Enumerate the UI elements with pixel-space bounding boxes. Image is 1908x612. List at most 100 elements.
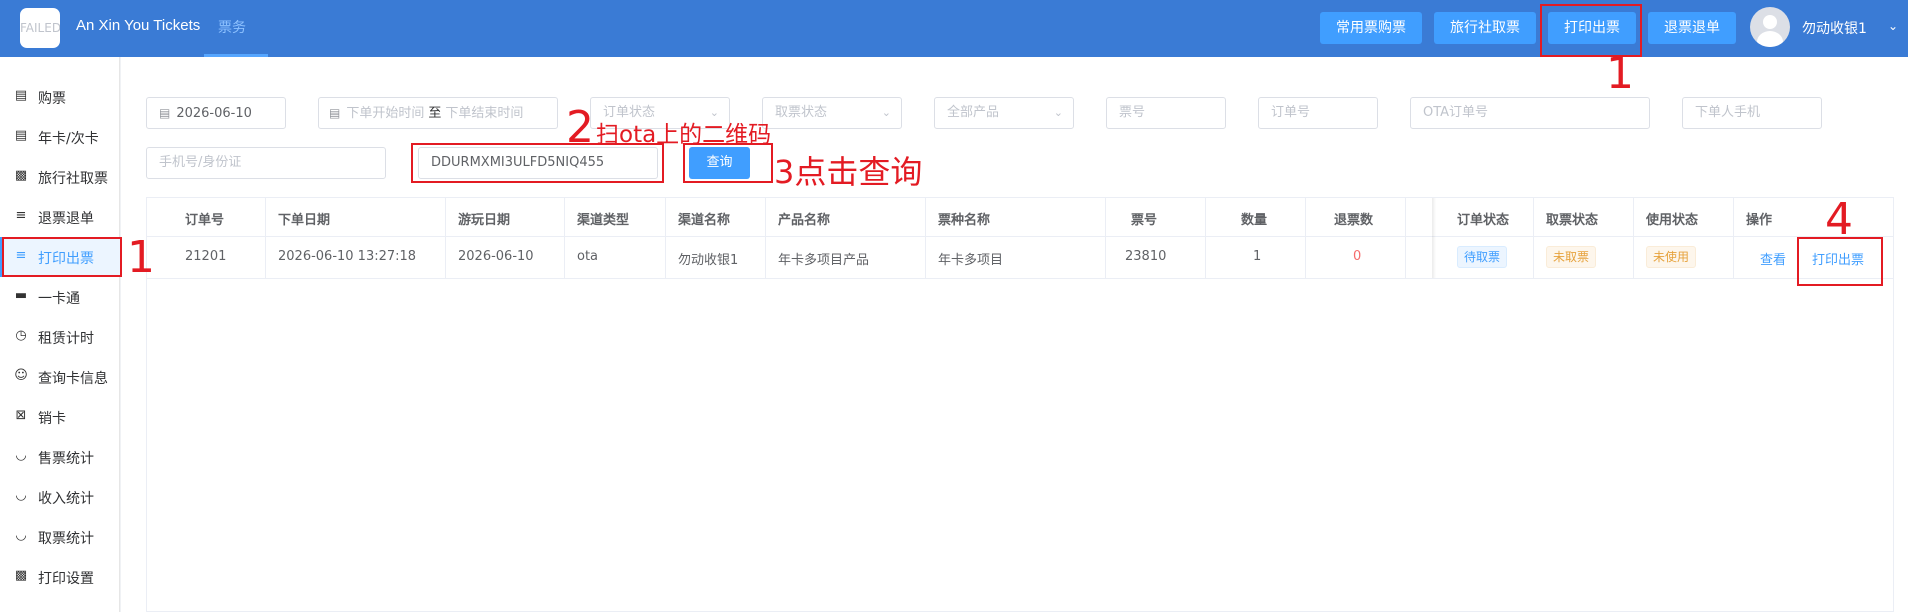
sidebar-item-label: 收入统计 (38, 491, 94, 507)
annotation-box-step1-sidebar (2, 237, 122, 277)
sidebar-item-card-info[interactable]: ☺ 查询卡信息 (0, 357, 120, 397)
sidebar: ▤ 购票 ▤ 年卡/次卡 ▩ 旅行社取票 ≡ 退票退单 ≡ 打印出票 ▬ 一卡通 ◷ 租赁计时… (0, 57, 120, 612)
common-ticket-button[interactable]: 常用票购票 (1320, 12, 1422, 44)
sidebar-item-income-stats[interactable]: ◡ 收入统计 (0, 477, 120, 517)
annotation-step1-sidebar-number: 1 (127, 232, 155, 283)
annotation-step2-number: 2 (566, 102, 594, 153)
td-channel-type: ota (577, 249, 599, 264)
td-product-name: 年卡多项目产品 (778, 253, 870, 268)
chart-icon: ◡ (15, 448, 27, 463)
th-refund-count: 退票数 (1334, 213, 1374, 228)
refund-button[interactable]: 退票退单 (1648, 12, 1736, 44)
th-product-name: 产品名称 (778, 213, 831, 228)
sidebar-item-annual-card[interactable]: ▤ 年卡/次卡 (0, 117, 120, 157)
orders-table: 订单号 下单日期 游玩日期 渠道类型 渠道名称 产品名称 票种名称 票号 数量 … (146, 197, 1894, 612)
sidebar-item-sales-stats[interactable]: ◡ 售票统计 (0, 437, 120, 477)
annotation-step1-header-number: 1 (1606, 48, 1634, 99)
phone-input[interactable]: 下单人手机 (1682, 97, 1822, 129)
sidebar-item-pickup-stats[interactable]: ◡ 取票统计 (0, 517, 120, 557)
td-play-date: 2026-06-10 (458, 249, 534, 264)
chart-icon: ◡ (15, 488, 27, 503)
bookmark-icon: ▩ (14, 168, 28, 183)
sliders-icon: ≡ (15, 208, 27, 223)
id-input[interactable]: 手机号/身份证 (146, 147, 386, 179)
sidebar-item-cancel-card[interactable]: ⊠ 销卡 (0, 397, 120, 437)
document-icon: ▤ (14, 128, 28, 143)
start-time-placeholder: 下单开始时间 (346, 106, 425, 121)
th-channel-name: 渠道名称 (678, 213, 731, 228)
order-time-range[interactable]: ▤ 下单开始时间至下单结束时间 (318, 97, 558, 129)
sidebar-item-label: 取票统计 (38, 531, 94, 547)
pickup-status-tag: 未取票 (1546, 246, 1597, 268)
td-order-date: 2026-06-10 13:27:18 (278, 249, 417, 264)
annotation-box-step3 (683, 143, 773, 183)
printer-icon: ▩ (14, 568, 28, 583)
order-no-input[interactable]: 订单号 (1258, 97, 1378, 129)
sidebar-item-label: 查询卡信息 (38, 371, 108, 387)
th-order-status: 订单状态 (1457, 213, 1510, 228)
chart-icon: ◡ (15, 528, 27, 543)
product-select[interactable]: 全部产品 ⌄ (934, 97, 1074, 129)
card-icon: ▬ (14, 288, 28, 303)
th-ticket-type: 票种名称 (938, 213, 991, 228)
th-ticket-no: 票号 (1131, 213, 1158, 228)
chevron-down-icon: ⌄ (1053, 106, 1063, 119)
td-channel-name: 勿动收银1 (678, 253, 739, 268)
ticket-no-input[interactable]: 票号 (1106, 97, 1226, 129)
td-order-no: 21201 (185, 249, 227, 264)
ota-order-input[interactable]: OTA订单号 (1410, 97, 1650, 129)
sidebar-item-label: 打印设置 (38, 571, 94, 587)
date-picker[interactable]: ▤ 2026-06-10 (146, 97, 286, 129)
sidebar-item-label: 退票退单 (38, 211, 94, 227)
range-separator: 至 (428, 106, 442, 121)
th-play-date: 游玩日期 (458, 213, 511, 228)
ticket-status-placeholder: 取票状态 (775, 105, 828, 120)
sidebar-item-label: 售票统计 (38, 451, 94, 467)
end-time-placeholder: 下单结束时间 (445, 106, 524, 121)
username[interactable]: 勿动收银1 (1802, 18, 1867, 38)
use-status-tag: 未使用 (1646, 246, 1697, 268)
annotation-box-step2 (411, 143, 664, 183)
sidebar-item-label: 销卡 (38, 411, 66, 427)
date-value: 2026-06-10 (176, 106, 252, 121)
td-ticket-type: 年卡多项目 (938, 253, 1004, 268)
sidebar-item-all-in-one-card[interactable]: ▬ 一卡通 (0, 277, 120, 317)
app-logo: FAILED (20, 8, 60, 48)
calendar-icon: ▤ (159, 106, 171, 120)
td-ticket-no: 23810 (1125, 249, 1167, 264)
product-placeholder: 全部产品 (947, 105, 1000, 120)
logo-text: FAILED (20, 21, 60, 35)
th-quantity: 数量 (1241, 213, 1268, 228)
sidebar-item-label: 购票 (38, 91, 66, 107)
cancel-doc-icon: ⊠ (15, 408, 27, 423)
sidebar-item-refund[interactable]: ≡ 退票退单 (0, 197, 120, 237)
user-avatar[interactable] (1750, 7, 1790, 47)
sidebar-item-rental-timer[interactable]: ◷ 租赁计时 (0, 317, 120, 357)
ticket-status-select[interactable]: 取票状态 ⌄ (762, 97, 902, 129)
th-use-status: 使用状态 (1646, 213, 1699, 228)
document-icon: ▤ (14, 88, 28, 103)
td-refund-count: 0 (1353, 249, 1362, 264)
chevron-down-icon[interactable]: ⌄ (1888, 19, 1898, 33)
chevron-down-icon: ⌄ (881, 106, 891, 119)
sidebar-item-label: 一卡通 (38, 291, 80, 307)
th-action: 操作 (1746, 213, 1773, 228)
td-quantity: 1 (1253, 249, 1262, 264)
travel-agency-pickup-button[interactable]: 旅行社取票 (1434, 12, 1536, 44)
sidebar-item-label: 旅行社取票 (38, 171, 108, 187)
th-channel-type: 渠道类型 (577, 213, 630, 228)
view-link[interactable]: 查看 (1760, 249, 1786, 268)
sidebar-item-print-settings[interactable]: ▩ 打印设置 (0, 557, 120, 597)
calendar-icon: ▤ (329, 106, 341, 120)
timer-icon: ◷ (15, 328, 27, 343)
nav-tab-tickets[interactable]: 票务 (218, 17, 246, 37)
sidebar-item-label: 租赁计时 (38, 331, 94, 347)
th-pickup-status: 取票状态 (1546, 213, 1599, 228)
sidebar-item-buy-ticket[interactable]: ▤ 购票 (0, 77, 120, 117)
th-order-date: 下单日期 (278, 213, 331, 228)
sidebar-item-label: 年卡/次卡 (38, 131, 99, 147)
order-status-tag: 待取票 (1457, 246, 1508, 268)
annotation-step3-text: 3点击查询 (774, 153, 923, 191)
sidebar-item-agency-pickup[interactable]: ▩ 旅行社取票 (0, 157, 120, 197)
th-order-no: 订单号 (185, 213, 225, 228)
